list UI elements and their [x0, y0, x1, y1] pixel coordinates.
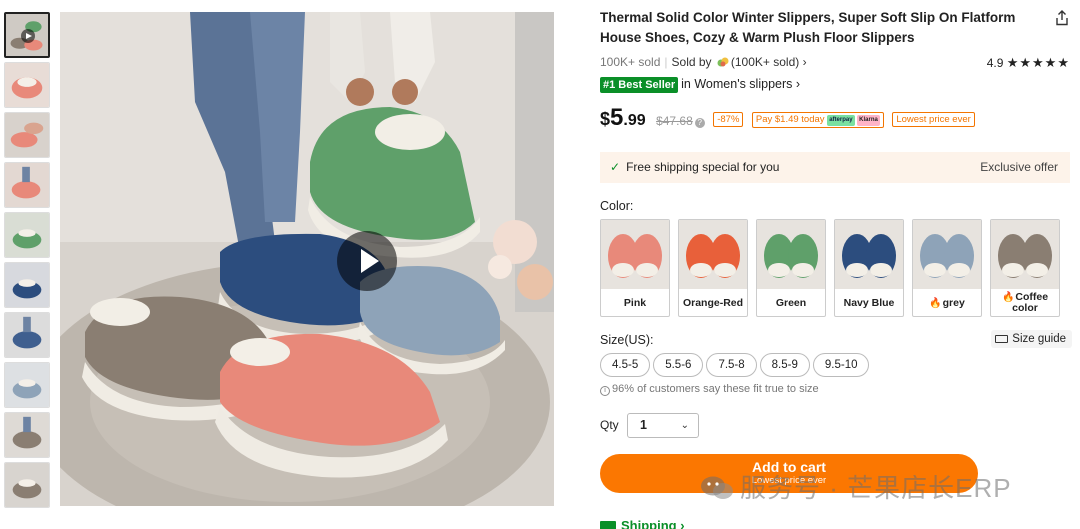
- divider: |: [664, 55, 668, 69]
- thumbnail-image[interactable]: [4, 462, 50, 508]
- color-option-text: Navy Blue: [843, 296, 895, 309]
- shipping-link[interactable]: Shipping ›: [600, 518, 685, 529]
- color-option-label: Green: [757, 290, 825, 316]
- color-option-text: grey: [942, 296, 965, 309]
- wechat-icon: [701, 476, 733, 499]
- size-option[interactable]: 8.5-9: [759, 353, 810, 377]
- ruler-icon: [995, 335, 1009, 343]
- check-icon: ✓: [610, 160, 621, 174]
- free-shipping-text: Free shipping special for you: [626, 160, 780, 174]
- thumbnail-image[interactable]: [4, 212, 50, 258]
- lowest-price-badge: Lowest price ever: [892, 112, 975, 127]
- thumbnail-image[interactable]: [4, 162, 50, 208]
- color-swatch-image: [835, 220, 903, 289]
- info-icon: i: [600, 386, 610, 396]
- fit-note: i 96% of customers say these fit true to …: [600, 383, 819, 396]
- fire-icon: 🔥: [929, 297, 942, 309]
- thumbnail-video[interactable]: [4, 12, 50, 58]
- color-option-label: Orange-Red: [679, 290, 747, 316]
- product-meta: 100K+ sold | Sold by (100K+ sold) › 4.9 ★★…: [600, 55, 1072, 71]
- color-option[interactable]: Navy Blue: [834, 219, 904, 317]
- color-option[interactable]: 🔥Coffee color: [990, 219, 1060, 317]
- best-seller-row[interactable]: #1 Best Seller in Women's slippers ›: [600, 77, 800, 95]
- color-option-label: Navy Blue: [835, 290, 903, 316]
- free-shipping-banner: ✓ Free shipping special for you Exclusive…: [600, 152, 1070, 183]
- color-swatch-image: [991, 220, 1059, 289]
- play-icon: [21, 29, 35, 43]
- sold-by-label: Sold by: [671, 55, 712, 69]
- installment-text: Pay $1.49 today: [755, 114, 825, 125]
- price-decimal: .99: [623, 112, 646, 129]
- fit-note-text: 96% of customers say these fit true to s…: [612, 383, 819, 395]
- shipping-label: Shipping ›: [621, 518, 685, 529]
- color-option-text: Orange-Red: [682, 296, 744, 309]
- thumbnail-image[interactable]: [4, 412, 50, 458]
- size-options: 4.5-5 5.5-6 7.5-8 8.5-9 9.5-10: [600, 353, 872, 377]
- chevron-right-icon: ›: [802, 55, 807, 69]
- color-option-label: Pink: [601, 290, 669, 316]
- color-option-text: Green: [775, 296, 807, 309]
- color-swatch-image: [913, 220, 981, 289]
- color-swatch-image: [757, 220, 825, 289]
- original-price: $47.68: [656, 114, 693, 128]
- star-rating-icon: ★★★★★: [1006, 55, 1070, 70]
- klarna-logo: Klarna: [857, 115, 880, 126]
- exclusive-offer: Exclusive offer: [980, 160, 1058, 174]
- quantity-label: Qty: [600, 418, 619, 432]
- current-price: $5.99: [600, 104, 646, 131]
- share-icon[interactable]: [1054, 10, 1070, 26]
- rating-value: 4.9: [986, 56, 1004, 70]
- chevron-down-icon: ⌄: [680, 420, 689, 431]
- thumbnail-image[interactable]: [4, 262, 50, 308]
- product-title: Thermal Solid Color Winter Slippers, Sup…: [600, 10, 1016, 45]
- size-guide-label: Size guide: [1012, 333, 1066, 345]
- truck-icon: [600, 521, 616, 529]
- color-label: Color:: [600, 199, 634, 213]
- thumbnail-image[interactable]: [4, 362, 50, 408]
- size-guide-button[interactable]: Size guide: [991, 330, 1072, 348]
- thumbnail-image[interactable]: [4, 112, 50, 158]
- watermark: 服务号 · 芒果店长ERP: [700, 468, 1012, 505]
- best-seller-badge: #1 Best Seller: [600, 77, 679, 93]
- color-option-text: Pink: [623, 296, 647, 309]
- discount-badge: -87%: [713, 112, 744, 127]
- color-option-label: 🔥Coffee color: [991, 290, 1059, 316]
- size-option[interactable]: 4.5-5: [600, 353, 651, 377]
- color-option[interactable]: Orange-Red: [678, 219, 748, 317]
- info-icon[interactable]: ?: [694, 118, 705, 128]
- sold-count: 100K+ sold: [600, 55, 661, 69]
- color-options: Pink Orange-Red Green Navy Blue 🔥grey 🔥Coffee…: [600, 219, 1072, 317]
- size-option[interactable]: 7.5-8: [706, 353, 757, 377]
- quantity-select[interactable]: 1 ⌄: [627, 413, 699, 438]
- leaf-icon: [717, 57, 729, 67]
- thumbnail-image[interactable]: [4, 312, 50, 358]
- best-seller-category: in Women's slippers ›: [681, 77, 801, 91]
- quantity-value: 1: [640, 418, 647, 432]
- installment-badge[interactable]: Pay $1.49 today afterpay Klarna: [751, 112, 884, 128]
- rating[interactable]: 4.9 ★★★★★: [987, 55, 1070, 71]
- price-row: $5.99 $47.68? -87% Pay $1.49 today after…: [600, 104, 1072, 134]
- price-currency: $: [600, 109, 611, 129]
- color-option-label: 🔥grey: [913, 290, 981, 316]
- color-option[interactable]: Pink: [600, 219, 670, 317]
- main-product-image[interactable]: [60, 12, 554, 506]
- afterpay-logo: afterpay: [827, 115, 855, 126]
- video-play-icon[interactable]: [337, 231, 397, 291]
- seller-link[interactable]: Sold by (100K+ sold) ›: [672, 55, 807, 69]
- product-info-panel: Thermal Solid Color Winter Slippers, Sup…: [600, 8, 1072, 529]
- watermark-text: 服务号 · 芒果店长ERP: [740, 473, 1012, 503]
- seller-sold: (100K+ sold): [730, 55, 800, 69]
- size-option[interactable]: 9.5-10: [812, 353, 870, 377]
- thumbnail-list: [4, 12, 52, 512]
- color-option[interactable]: 🔥grey: [912, 219, 982, 317]
- size-label: Size(US):: [600, 333, 654, 347]
- thumbnail-image[interactable]: [4, 62, 50, 108]
- price-integer: 5: [610, 104, 624, 131]
- color-swatch-image: [601, 220, 669, 289]
- size-option[interactable]: 5.5-6: [653, 353, 704, 377]
- color-swatch-image: [679, 220, 747, 289]
- color-option[interactable]: Green: [756, 219, 826, 317]
- color-option-text: Coffee color: [1012, 291, 1049, 314]
